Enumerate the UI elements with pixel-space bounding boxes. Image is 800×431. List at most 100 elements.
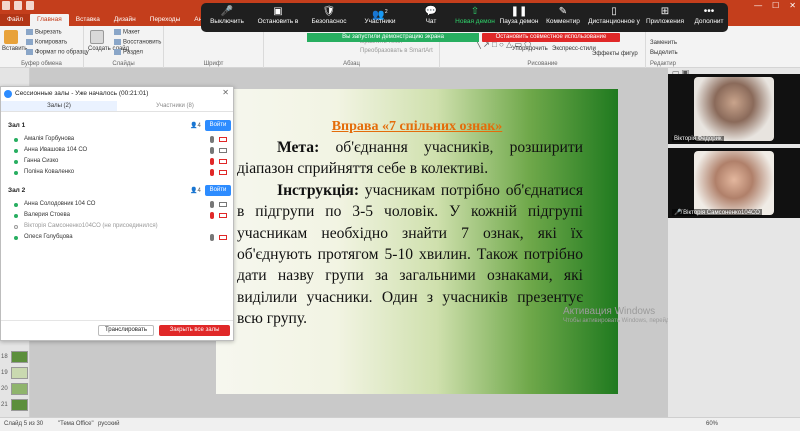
camera-off-icon: [219, 170, 227, 175]
shape-effects-button[interactable]: Эффекты фигур: [592, 51, 638, 57]
section-button[interactable]: Раздел: [114, 49, 143, 56]
format-painter-button[interactable]: Формат по образцу: [26, 49, 89, 56]
slide-thumbnail[interactable]: [11, 383, 28, 395]
reset-button[interactable]: Восстановить: [114, 39, 161, 46]
cut-button[interactable]: Вырезать: [26, 29, 62, 36]
tab-participants[interactable]: Участники (8): [117, 101, 233, 111]
copy-label: Копировать: [35, 39, 68, 46]
minimize-button[interactable]: —: [754, 1, 762, 10]
microphone-icon: [210, 201, 214, 208]
paste-button[interactable]: Вставить: [2, 46, 27, 52]
layout-button[interactable]: Макет: [114, 29, 140, 36]
instruction-label: Інструкція:: [277, 181, 360, 199]
video-tile[interactable]: Вікторія Федорик: [668, 74, 800, 144]
broadcast-button[interactable]: Транслировать: [98, 325, 154, 336]
new-slide-icon[interactable]: [90, 30, 104, 44]
panel-title: Сессионные залы - Уже началось (00:21:01…: [15, 90, 149, 97]
room-name: Зал 1: [8, 122, 26, 129]
select-button[interactable]: Выделить: [650, 50, 678, 56]
slide-thumbnail[interactable]: [11, 351, 28, 363]
close-all-rooms-button[interactable]: Закрыть все залы: [159, 325, 230, 336]
tab-file[interactable]: Файл: [0, 14, 30, 26]
status-dot: [14, 160, 18, 164]
panel-footer: Транслировать Закрыть все залы: [1, 320, 233, 340]
remote-control-button[interactable]: ▯ Дистанционное у: [585, 3, 643, 32]
window-controls: — ☐ ✕: [754, 1, 796, 10]
apps-button[interactable]: ⊞ Приложения: [643, 3, 687, 32]
microphone-icon: [210, 136, 214, 143]
room-header[interactable]: Зал 2 👤4 Войти: [5, 185, 231, 197]
slide-thumbnail[interactable]: [11, 399, 28, 411]
scissors-icon: [26, 29, 33, 35]
thumb-number: 19: [1, 370, 8, 376]
instruction-paragraph: Інструкція: учасникам потрібно об'єднати…: [237, 180, 583, 330]
stop-share-button[interactable]: Остановить совместное использование: [482, 33, 620, 42]
group-clipboard: Вставить Вырезать Копировать Формат по о…: [0, 26, 89, 68]
paste-icon[interactable]: [4, 30, 18, 44]
tab-rooms[interactable]: Залы (2): [1, 101, 117, 111]
microphone-muted-icon: [210, 158, 214, 165]
member-name: Анна Ивашова 104 СО: [24, 147, 88, 153]
reset-icon: [114, 39, 121, 45]
participant-name: 🎤̸ Вікторія Самсоненко104СО: [672, 209, 762, 216]
slide-title-text: Вправа «7 спільних ознак»: [331, 119, 503, 134]
copy-button[interactable]: Копировать: [26, 39, 67, 46]
video-tile[interactable]: 🎤̸ Вікторія Самсоненко104СО: [668, 148, 800, 218]
section-icon: [114, 49, 121, 55]
tab-insert[interactable]: Вставка: [69, 14, 107, 26]
chat-button[interactable]: 💬 Чат: [409, 3, 453, 32]
language[interactable]: русский: [98, 421, 120, 427]
close-button[interactable]: ✕: [789, 1, 796, 10]
more-button[interactable]: ••• Дополнит: [687, 3, 731, 32]
member-name: Вікторія Самсоненко104СО (не присоединил…: [24, 223, 158, 229]
chat-icon: 💬: [424, 6, 438, 17]
screen-share-banner: Вы запустили демонстрацию экрана: [307, 33, 479, 42]
join-room-button[interactable]: Войти: [205, 120, 231, 131]
member-name: Валерия Стоева: [24, 212, 70, 218]
pause-share-button[interactable]: ❚❚ Пауза демон: [497, 3, 541, 32]
room-header[interactable]: Зал 1 👤4 Войти: [5, 120, 231, 132]
zoom-level[interactable]: 60%: [706, 421, 718, 427]
close-icon[interactable]: ✕: [222, 88, 229, 97]
room-member: Валерия Стоева: [14, 210, 232, 221]
slide-canvas[interactable]: Вправа «7 спільних ознак» Мета: об'єднан…: [216, 89, 618, 394]
mute-button[interactable]: 🎤 Выключить: [205, 3, 249, 32]
security-button[interactable]: 🛡 Безопаснос: [307, 3, 351, 32]
goal-label: Мета:: [277, 139, 320, 156]
tab-transitions[interactable]: Переходы: [143, 14, 188, 26]
participants-button[interactable]: 👥2 Участники: [351, 3, 409, 32]
slide-thumbnail[interactable]: [11, 367, 28, 379]
room-member: Анна Ивашова 104 СО: [14, 145, 232, 156]
undo-icon[interactable]: [14, 1, 22, 10]
annotate-label: Комментир: [546, 18, 580, 25]
room-member: Олеся Голубцова: [14, 232, 232, 243]
join-room-button[interactable]: Войти: [205, 185, 231, 196]
camera-off-icon: [219, 213, 227, 218]
mute-label: Выключить: [210, 18, 244, 25]
format-painter-label: Формат по образцу: [35, 49, 89, 56]
room-member: Амалія Горбунова: [14, 134, 232, 145]
thumb-number: 21: [1, 402, 8, 408]
panel-tabs: Залы (2) Участники (8): [1, 101, 233, 112]
copy-icon: [26, 39, 33, 45]
annotate-button[interactable]: ✎ Комментир: [541, 3, 585, 32]
microphone-icon: [210, 234, 214, 241]
security-label: Безопаснос: [311, 18, 347, 25]
new-share-button[interactable]: ⇧ Новая демон: [453, 3, 497, 32]
tab-home[interactable]: Главная: [29, 14, 69, 26]
quick-styles-button[interactable]: Экспресс-стили: [552, 46, 596, 52]
save-icon[interactable]: [2, 1, 10, 10]
replace-button[interactable]: Заменить: [650, 40, 677, 46]
arrange-button[interactable]: Упорядочить: [512, 46, 548, 52]
redo-icon[interactable]: [26, 1, 34, 10]
maximize-button[interactable]: ☐: [772, 1, 779, 10]
instruction-text: учасникам потрібно об'єднатися в підгруп…: [237, 181, 583, 328]
member-name: Поліна Коваленко: [24, 169, 75, 175]
convert-smartart-button[interactable]: Преобразовать в SmartArt: [360, 48, 433, 54]
status-dot: [14, 225, 18, 229]
status-dot: [14, 214, 18, 218]
camera-icon: [219, 202, 227, 207]
stop-video-button[interactable]: ▣ Остановить в: [249, 3, 307, 32]
microphone-icon: [210, 147, 214, 154]
tab-design[interactable]: Дизайн: [107, 14, 143, 26]
